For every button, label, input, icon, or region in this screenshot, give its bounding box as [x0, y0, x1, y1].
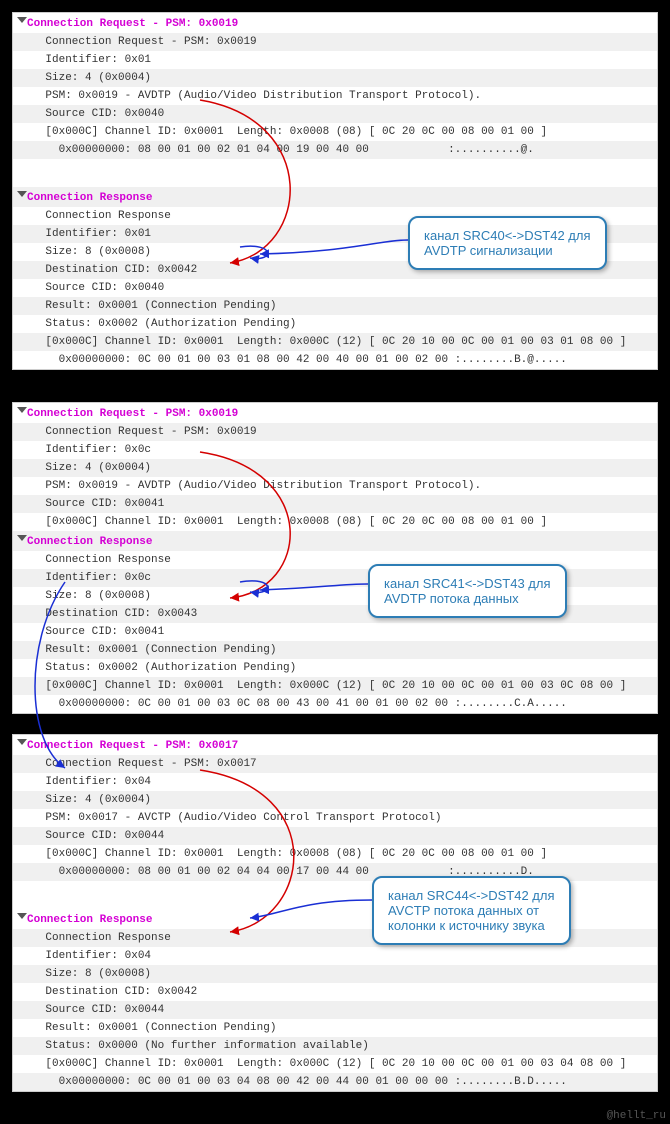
field-row: PSM: 0x0019 - AVDTP (Audio/Video Distrib…	[13, 87, 657, 105]
field-row: Source CID: 0x0044	[13, 1001, 657, 1019]
field-row: Connection Request - PSM: 0x0019	[13, 33, 657, 51]
panel-2: Connection Request - PSM: 0x0019 Connect…	[12, 402, 658, 714]
field-row: Source CID: 0x0040	[13, 279, 657, 297]
triangle-down-icon	[17, 191, 27, 197]
hex-row: 0x00000000: 0C 00 01 00 03 0C 08 00 43 0…	[13, 695, 657, 713]
section-header[interactable]: Connection Request - PSM: 0x0017	[13, 735, 657, 755]
field-row: Connection Request - PSM: 0x0019	[13, 423, 657, 441]
field-row: Identifier: 0x01	[13, 51, 657, 69]
triangle-down-icon	[17, 913, 27, 919]
section-header[interactable]: Connection Response	[13, 187, 657, 207]
triangle-down-icon	[17, 535, 27, 541]
field-row: Identifier: 0x04	[13, 773, 657, 791]
callout-3: канал SRC44<->DST42 для AVCTP потока дан…	[372, 876, 571, 945]
field-row: Status: 0x0002 (Authorization Pending)	[13, 659, 657, 677]
callout-2: канал SRC41<->DST43 для AVDTP потока дан…	[368, 564, 567, 618]
field-row: Size: 4 (0x0004)	[13, 459, 657, 477]
field-row: Result: 0x0001 (Connection Pending)	[13, 1019, 657, 1037]
hex-row: [0x000C] Channel ID: 0x0001 Length: 0x00…	[13, 513, 657, 531]
section-header[interactable]: Connection Response	[13, 531, 657, 551]
hex-row: 0x00000000: 08 00 01 00 02 01 04 00 19 0…	[13, 141, 657, 159]
field-row: Size: 4 (0x0004)	[13, 791, 657, 809]
field-row: Size: 8 (0x0008)	[13, 965, 657, 983]
field-row: Size: 4 (0x0004)	[13, 69, 657, 87]
triangle-down-icon	[17, 739, 27, 745]
field-row: PSM: 0x0019 - AVDTP (Audio/Video Distrib…	[13, 477, 657, 495]
field-row: Status: 0x0000 (No further information a…	[13, 1037, 657, 1055]
field-row: Source CID: 0x0044	[13, 827, 657, 845]
section-header[interactable]: Connection Request - PSM: 0x0019	[13, 13, 657, 33]
field-row: Source CID: 0x0040	[13, 105, 657, 123]
hex-row: [0x000C] Channel ID: 0x0001 Length: 0x00…	[13, 333, 657, 351]
triangle-down-icon	[17, 407, 27, 413]
field-row: Status: 0x0002 (Authorization Pending)	[13, 315, 657, 333]
triangle-down-icon	[17, 17, 27, 23]
panel-1: Connection Request - PSM: 0x0019 Connect…	[12, 12, 658, 370]
watermark: @hellt_ru	[607, 1110, 666, 1122]
field-row: Result: 0x0001 (Connection Pending)	[13, 641, 657, 659]
callout-1: канал SRC40<->DST42 для AVDTP сигнализац…	[408, 216, 607, 270]
hex-row: 0x00000000: 0C 00 01 00 03 04 08 00 42 0…	[13, 1073, 657, 1091]
hex-row: 0x00000000: 0C 00 01 00 03 01 08 00 42 0…	[13, 351, 657, 369]
field-row: Identifier: 0x0c	[13, 441, 657, 459]
field-row: Destination CID: 0x0042	[13, 983, 657, 1001]
hex-row: [0x000C] Channel ID: 0x0001 Length: 0x00…	[13, 123, 657, 141]
section-header[interactable]: Connection Request - PSM: 0x0019	[13, 403, 657, 423]
hex-row: [0x000C] Channel ID: 0x0001 Length: 0x00…	[13, 845, 657, 863]
field-row: Connection Request - PSM: 0x0017	[13, 755, 657, 773]
field-row: PSM: 0x0017 - AVCTP (Audio/Video Control…	[13, 809, 657, 827]
field-row: Source CID: 0x0041	[13, 495, 657, 513]
field-row: Result: 0x0001 (Connection Pending)	[13, 297, 657, 315]
hex-row: [0x000C] Channel ID: 0x0001 Length: 0x00…	[13, 677, 657, 695]
hex-row: [0x000C] Channel ID: 0x0001 Length: 0x00…	[13, 1055, 657, 1073]
field-row: Identifier: 0x04	[13, 947, 657, 965]
field-row: Source CID: 0x0041	[13, 623, 657, 641]
